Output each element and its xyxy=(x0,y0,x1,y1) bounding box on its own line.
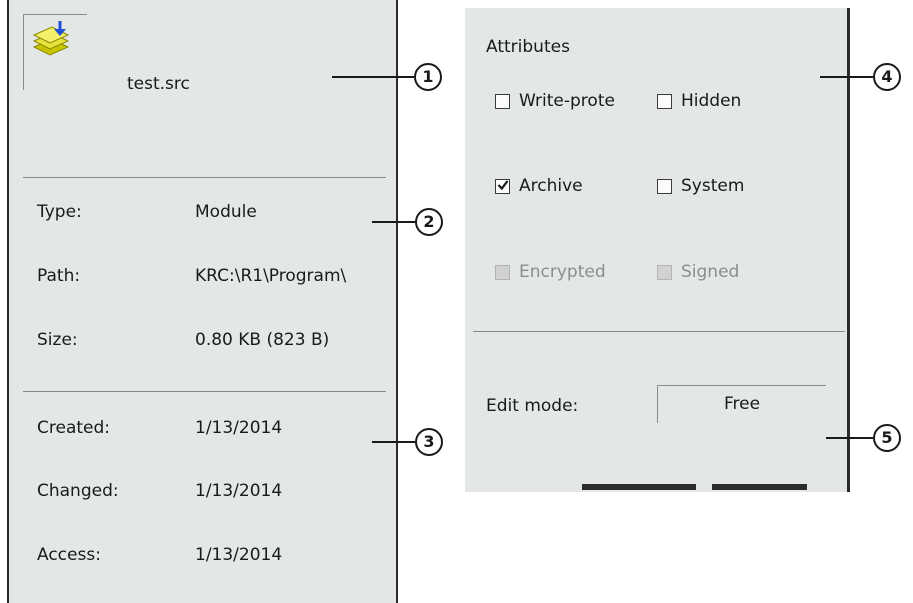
checkbox-label: System xyxy=(681,176,745,196)
edit-mode-label: Edit mode: xyxy=(486,396,579,416)
size-value: 0.80 KB (823 B) xyxy=(195,330,330,350)
signed-checkbox: Signed xyxy=(657,262,739,282)
checkbox-box[interactable] xyxy=(495,178,510,194)
module-file-icon xyxy=(32,21,70,56)
panel-edge xyxy=(582,484,696,490)
callout-1: 1 xyxy=(414,63,442,91)
encrypted-checkbox: Encrypted xyxy=(495,262,606,282)
created-label: Created: xyxy=(37,418,111,438)
callout-leader xyxy=(332,76,414,78)
checkbox-label: Hidden xyxy=(681,91,742,111)
callout-leader xyxy=(372,441,415,443)
panel-edge xyxy=(712,484,807,490)
checkbox-label: Write-prote xyxy=(519,91,615,111)
file-icon-frame xyxy=(23,14,87,90)
checkbox-box[interactable] xyxy=(657,178,672,194)
hidden-checkbox[interactable]: Hidden xyxy=(657,91,741,111)
path-label: Path: xyxy=(37,266,81,286)
callout-leader xyxy=(820,76,873,78)
checkbox-box xyxy=(495,264,510,280)
path-value: KRC:\R1\Program\ xyxy=(195,266,347,286)
archive-checkbox[interactable]: Archive xyxy=(495,176,583,196)
checkbox-label: Signed xyxy=(681,262,740,282)
type-value: Module xyxy=(195,202,257,222)
checkbox-box[interactable] xyxy=(495,93,510,109)
callout-leader xyxy=(372,221,415,223)
attributes-panel: Attributes Write-prote Hidden Archive Sy… xyxy=(465,8,850,492)
system-checkbox[interactable]: System xyxy=(657,176,744,196)
divider xyxy=(23,177,386,178)
checkmark-icon xyxy=(497,179,509,190)
write-protect-checkbox[interactable]: Write-prote xyxy=(495,91,615,111)
file-name: test.src xyxy=(127,74,190,94)
callout-5: 5 xyxy=(873,424,901,452)
divider xyxy=(23,391,386,392)
created-value: 1/13/2014 xyxy=(195,418,283,438)
checkbox-label: Encrypted xyxy=(519,262,606,282)
attributes-title: Attributes xyxy=(486,37,570,57)
callout-leader xyxy=(826,437,873,439)
changed-label: Changed: xyxy=(37,481,119,501)
checkbox-box xyxy=(657,264,672,280)
access-label: Access: xyxy=(37,545,101,565)
edit-mode-field[interactable]: Free xyxy=(657,385,826,423)
changed-value: 1/13/2014 xyxy=(195,481,283,501)
callout-2: 2 xyxy=(415,208,443,236)
checkbox-label: Archive xyxy=(519,176,583,196)
divider xyxy=(473,331,845,332)
checkbox-box[interactable] xyxy=(657,93,672,109)
access-value: 1/13/2014 xyxy=(195,545,283,565)
type-label: Type: xyxy=(37,202,82,222)
callout-3: 3 xyxy=(415,428,443,456)
size-label: Size: xyxy=(37,330,78,350)
callout-4: 4 xyxy=(873,63,901,91)
file-properties-panel: test.src Type: Module Path: KRC:\R1\Prog… xyxy=(7,0,398,603)
